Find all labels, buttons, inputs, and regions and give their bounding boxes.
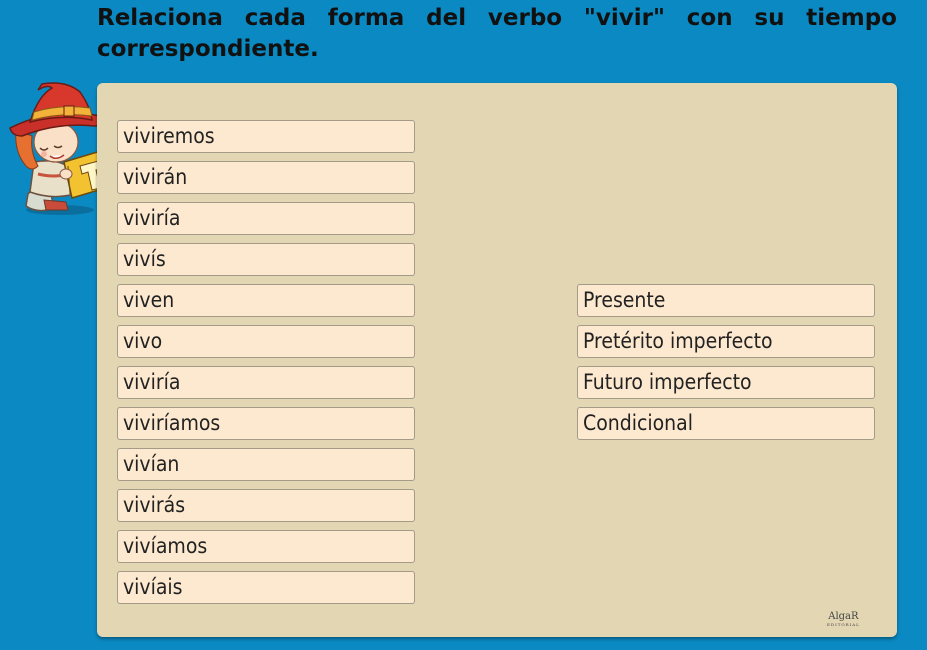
publisher-logo: AlgaR EDITORIAL [827,612,860,629]
verb-form-tile[interactable]: vivís [117,243,415,276]
verb-form-tile[interactable]: vivíais [117,571,415,604]
tense-target-futuro-imperfecto[interactable]: Futuro imperfecto [577,366,875,399]
verb-form-tile[interactable]: vivíamos [117,530,415,563]
verb-form-tile[interactable]: viviría [117,366,415,399]
verb-form-tile[interactable]: vivían [117,448,415,481]
tense-target-preterito-imperfecto[interactable]: Pretérito imperfecto [577,325,875,358]
tense-target-presente[interactable]: Presente [577,284,875,317]
tenses-list: Presente Pretérito imperfecto Futuro imp… [577,284,875,448]
verb-form-tile[interactable]: viviremos [117,120,415,153]
verb-form-tile[interactable]: vivirás [117,489,415,522]
publisher-logo-sub: EDITORIAL [827,622,860,627]
verb-form-tile[interactable]: vivirán [117,161,415,194]
verb-form-tile[interactable]: viven [117,284,415,317]
verb-form-tile[interactable]: viviríamos [117,407,415,440]
instruction-text: Relaciona cada forma del verbo "vivir" c… [97,5,897,62]
tense-target-condicional[interactable]: Condicional [577,407,875,440]
verb-form-tile[interactable]: viviría [117,202,415,235]
verb-forms-list: viviremos vivirán viviría vivís viven vi… [117,120,415,612]
verb-form-tile[interactable]: vivo [117,325,415,358]
matching-board: viviremos vivirán viviría vivís viven vi… [97,83,897,637]
